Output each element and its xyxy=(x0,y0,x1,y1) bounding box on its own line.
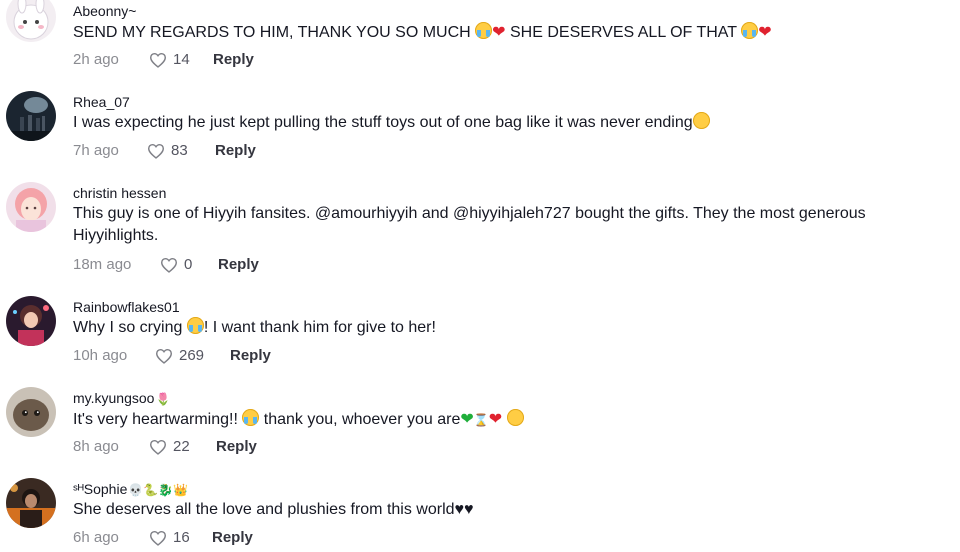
avatar[interactable] xyxy=(6,91,56,141)
avatar[interactable] xyxy=(6,296,56,346)
timestamp: 2h ago xyxy=(73,51,119,68)
red-heart-icon: ❤ xyxy=(492,22,506,41)
username[interactable]: christin hessen xyxy=(73,184,166,202)
comment-text-part: SEND MY REGARDS TO HIM, THANK YOU SO MUC… xyxy=(73,24,476,41)
reply-button[interactable]: Reply xyxy=(216,437,257,457)
comment-item: Rhea_07 I was expecting he just kept pul… xyxy=(0,91,960,171)
timestamp: 6h ago xyxy=(73,529,119,546)
comment-text: Why I so crying ! I want thank him for g… xyxy=(73,317,943,339)
username-text: my.kyungsoo xyxy=(73,390,155,406)
reply-button[interactable]: Reply xyxy=(230,346,271,366)
like-button[interactable]: 16 xyxy=(149,528,190,548)
timestamp: 10h ago xyxy=(73,347,128,364)
like-count: 16 xyxy=(173,529,190,546)
like-button[interactable]: 83 xyxy=(147,141,188,161)
heart-outline-icon xyxy=(149,52,167,68)
loudly-crying-face-icon xyxy=(242,409,260,426)
reply-button[interactable]: Reply xyxy=(215,141,256,161)
avatar[interactable] xyxy=(6,182,56,232)
comment-text: I was expecting he just kept pulling the… xyxy=(73,112,943,134)
reply-button[interactable]: Reply xyxy=(218,255,259,275)
heart-outline-icon xyxy=(155,348,173,364)
like-count: 83 xyxy=(171,142,188,159)
heart-outline-icon xyxy=(149,530,167,546)
timestamp: 8h ago xyxy=(73,438,119,455)
username[interactable]: Abeonny~ xyxy=(73,2,136,20)
loudly-crying-face-icon xyxy=(741,22,759,39)
like-button[interactable]: 14 xyxy=(149,50,190,70)
red-heart-icon: ❤ xyxy=(488,409,503,428)
comment-text-part: thank you, whoever you are xyxy=(259,411,461,428)
heart-outline-icon xyxy=(160,257,178,273)
loudly-crying-face-icon xyxy=(186,317,204,334)
like-count: 0 xyxy=(184,256,193,273)
confounded-face-icon xyxy=(692,112,710,129)
comment-text-part: I was expecting he just kept pulling the… xyxy=(73,114,693,131)
heart-outline-icon xyxy=(149,439,167,455)
heart-outline-icon xyxy=(147,143,165,159)
username[interactable]: ˢᴴSophie💀🐍🐉👑 xyxy=(73,480,188,499)
username[interactable]: my.kyungsoo🌷 xyxy=(73,389,170,408)
green-heart-icon: ❤ xyxy=(460,409,474,428)
like-button[interactable]: 22 xyxy=(149,437,190,457)
comment-item: christin hessen This guy is one of Hiyyi… xyxy=(0,182,960,282)
comment-text: It's very heartwarming!! thank you, whoe… xyxy=(73,408,943,431)
username[interactable]: Rhea_07 xyxy=(73,93,130,111)
comment-text: SEND MY REGARDS TO HIM, THANK YOU SO MUC… xyxy=(73,21,943,44)
reply-button[interactable]: Reply xyxy=(212,528,253,548)
avatar[interactable] xyxy=(6,387,56,437)
hourglass-icon: ⌛ xyxy=(473,413,489,427)
comment-item: Rainbowflakes01 Why I so crying ! I want… xyxy=(0,296,960,376)
comment-list: Abeonny~ SEND MY REGARDS TO HIM, THANK Y… xyxy=(0,0,960,552)
comment-text: This guy is one of Hiyyih fansites. @amo… xyxy=(73,205,866,244)
username[interactable]: Rainbowflakes01 xyxy=(73,298,180,316)
skull-snake-dragon-crown-icons: 💀🐍🐉👑 xyxy=(128,483,189,497)
like-count: 14 xyxy=(173,51,190,68)
red-heart-icon: ❤ xyxy=(758,22,772,41)
username-text: ˢᴴSophie xyxy=(73,481,128,497)
timestamp: 18m ago xyxy=(73,256,132,273)
smiling-face-icon xyxy=(506,409,524,426)
like-button[interactable]: 0 xyxy=(160,255,192,275)
comment-text: She deserves all the love and plushies f… xyxy=(73,501,474,518)
tulip-icon: 🌷 xyxy=(155,392,171,406)
avatar[interactable] xyxy=(6,0,56,42)
like-count: 269 xyxy=(179,347,205,364)
comment-text-part: Why I so crying xyxy=(73,319,187,336)
comment-item: Abeonny~ SEND MY REGARDS TO HIM, THANK Y… xyxy=(0,0,960,78)
reply-button[interactable]: Reply xyxy=(213,50,254,70)
comment-text-part: SHE DESERVES ALL OF THAT xyxy=(505,24,742,41)
like-count: 22 xyxy=(173,438,190,455)
comment-text-part: ! I want thank him for give to her! xyxy=(203,319,436,336)
avatar[interactable] xyxy=(6,478,56,528)
comment-item: my.kyungsoo🌷 It's very heartwarming!! th… xyxy=(0,387,960,467)
timestamp: 7h ago xyxy=(73,142,119,159)
loudly-crying-face-icon xyxy=(475,22,493,39)
comment-text-part: It's very heartwarming!! xyxy=(73,411,243,428)
comment-item: ˢᴴSophie💀🐍🐉👑 She deserves all the love a… xyxy=(0,478,960,552)
like-button[interactable]: 269 xyxy=(155,346,204,366)
